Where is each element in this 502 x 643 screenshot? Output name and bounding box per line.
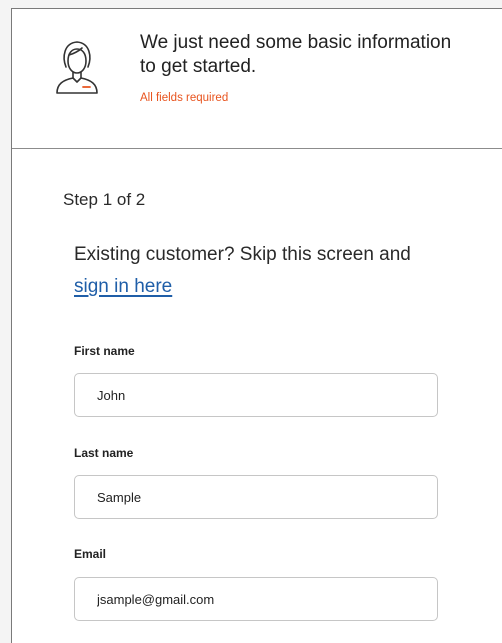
header-title: We just need some basic information to g… — [140, 32, 452, 77]
existing-customer-prompt: Existing customer? Skip this screen and … — [74, 239, 474, 303]
sign-in-link[interactable]: sign in here — [74, 276, 172, 297]
form-header: We just need some basic information to g… — [12, 9, 502, 149]
first-name-input[interactable] — [74, 373, 438, 417]
existing-customer-text: Existing customer? Skip this screen and — [74, 244, 411, 265]
email-label: Email — [74, 547, 107, 561]
required-fields-note: All fields required — [140, 92, 229, 104]
step-indicator: Step 1 of 2 — [63, 190, 146, 209]
registration-panel: We just need some basic information to g… — [11, 8, 502, 643]
user-avatar-icon — [56, 41, 98, 94]
first-name-label: First name — [74, 344, 135, 358]
email-input[interactable] — [74, 577, 438, 621]
last-name-input[interactable] — [74, 475, 438, 519]
last-name-label: Last name — [74, 446, 134, 460]
